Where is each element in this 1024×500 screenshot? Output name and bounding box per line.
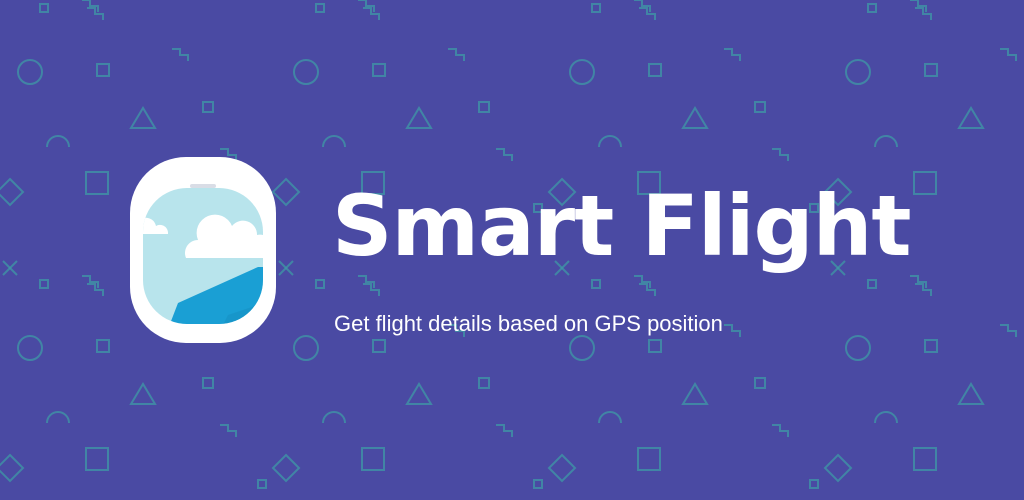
pattern-circle bbox=[845, 59, 871, 85]
pattern-rect bbox=[39, 279, 49, 289]
pattern-polygon bbox=[271, 453, 301, 483]
pattern-polyline bbox=[772, 148, 789, 161]
pattern-circle bbox=[293, 59, 319, 85]
pattern-rect bbox=[85, 447, 109, 471]
pattern-circle bbox=[569, 335, 595, 361]
pattern-polyline bbox=[496, 148, 513, 161]
pattern-rect bbox=[533, 479, 543, 489]
pattern-polyline bbox=[724, 324, 741, 337]
pattern-polyline bbox=[915, 7, 932, 20]
pattern-polyline bbox=[220, 424, 237, 437]
pattern-polygon bbox=[681, 382, 709, 405]
pattern-rect bbox=[39, 3, 49, 13]
pattern-rect bbox=[754, 101, 766, 113]
pattern-rect bbox=[924, 339, 938, 353]
pattern-rect bbox=[924, 63, 938, 77]
pattern-rect bbox=[96, 63, 110, 77]
airplane-window-icon bbox=[130, 157, 276, 343]
pattern-polyline bbox=[1000, 48, 1017, 61]
banner: Smart Flight Get flight details based on… bbox=[0, 0, 1024, 500]
pattern-path bbox=[598, 411, 622, 424]
pattern-path bbox=[598, 135, 622, 148]
pattern-rect bbox=[809, 479, 819, 489]
pattern-rect bbox=[96, 339, 110, 353]
pattern-rect bbox=[202, 377, 214, 389]
pattern-polyline bbox=[724, 48, 741, 61]
pattern-circle bbox=[293, 335, 319, 361]
pattern-path bbox=[874, 411, 898, 424]
pattern-polyline bbox=[772, 424, 789, 437]
pattern-rect bbox=[478, 377, 490, 389]
app-tagline: Get flight details based on GPS position bbox=[334, 311, 723, 336]
pattern-circle bbox=[17, 335, 43, 361]
pattern-rect bbox=[315, 279, 325, 289]
pattern-rect bbox=[591, 3, 601, 13]
pattern-polygon bbox=[129, 106, 157, 129]
app-title: Smart Flight bbox=[332, 177, 912, 275]
pattern-rect bbox=[361, 447, 385, 471]
pattern-polyline bbox=[172, 48, 189, 61]
pattern-path bbox=[46, 135, 70, 148]
pattern-rect bbox=[637, 447, 661, 471]
pattern-path bbox=[874, 135, 898, 148]
pattern-circle bbox=[845, 335, 871, 361]
pattern-rect bbox=[648, 63, 662, 77]
pattern-polygon bbox=[547, 453, 577, 483]
pattern-rect bbox=[257, 479, 267, 489]
pattern-rect bbox=[372, 63, 386, 77]
pattern-polyline bbox=[87, 7, 104, 20]
pattern-polyline bbox=[915, 283, 932, 296]
pattern-rect bbox=[867, 3, 877, 13]
pattern-polyline bbox=[496, 424, 513, 437]
pattern-rect bbox=[754, 377, 766, 389]
pattern-polyline bbox=[448, 48, 465, 61]
pattern-rect bbox=[913, 171, 937, 195]
pattern-polyline bbox=[1000, 324, 1017, 337]
pattern-rect bbox=[85, 171, 109, 195]
pattern-rect bbox=[913, 447, 937, 471]
pattern-path bbox=[322, 135, 346, 148]
pattern-polyline bbox=[639, 7, 656, 20]
pattern-rect bbox=[372, 339, 386, 353]
pattern-polygon bbox=[129, 382, 157, 405]
pattern-rect bbox=[648, 339, 662, 353]
pattern-rect bbox=[315, 3, 325, 13]
pattern-circle bbox=[17, 59, 43, 85]
pattern-polygon bbox=[957, 106, 985, 129]
pattern-polyline bbox=[87, 283, 104, 296]
pattern-polygon bbox=[957, 382, 985, 405]
pattern-polygon bbox=[681, 106, 709, 129]
window-shade-handle bbox=[190, 184, 216, 188]
pattern-polygon bbox=[0, 177, 25, 207]
pattern-rect bbox=[478, 101, 490, 113]
pattern-polyline bbox=[363, 7, 380, 20]
pattern-polygon bbox=[405, 382, 433, 405]
pattern-path bbox=[46, 411, 70, 424]
pattern-polygon bbox=[405, 106, 433, 129]
pattern-rect bbox=[202, 101, 214, 113]
pattern-circle bbox=[569, 59, 595, 85]
pattern-polygon bbox=[0, 453, 25, 483]
pattern-path bbox=[322, 411, 346, 424]
pattern-polygon bbox=[823, 453, 853, 483]
